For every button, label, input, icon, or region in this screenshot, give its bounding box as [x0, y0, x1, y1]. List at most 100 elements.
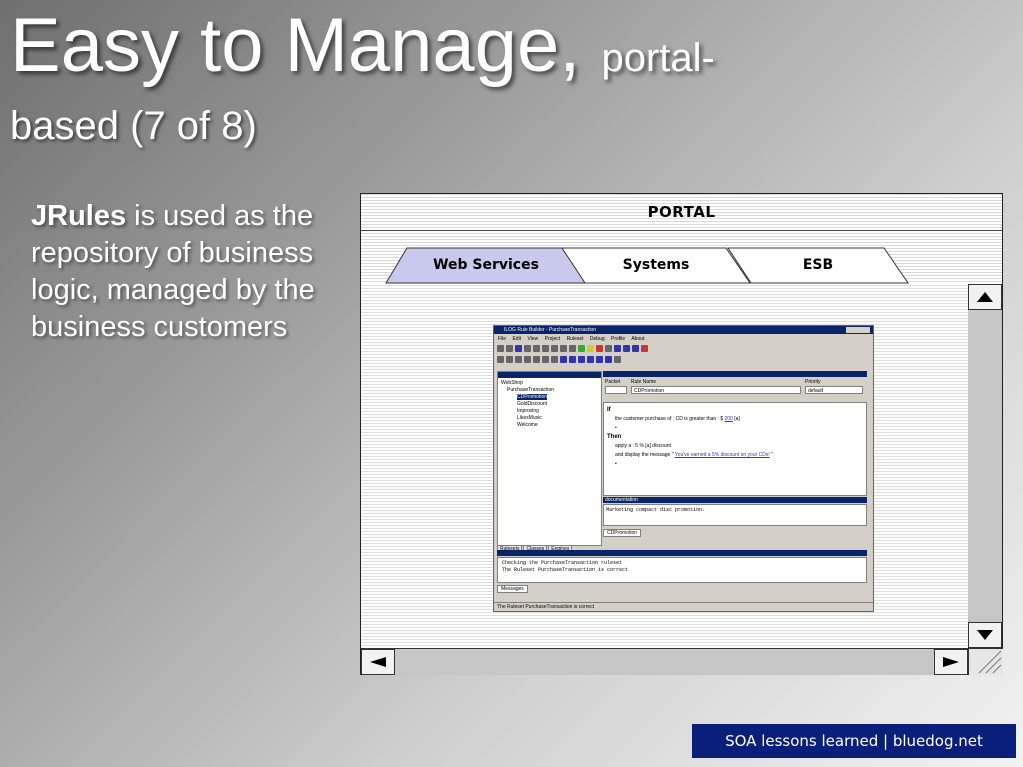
options-icon[interactable] [614, 356, 621, 363]
documentation-header: documentation [603, 497, 867, 503]
portal-title: PORTAL [361, 194, 1002, 231]
agenda-icon[interactable] [587, 356, 594, 363]
vertical-scrollbar[interactable] [968, 284, 1002, 648]
tree-item-welcome[interactable]: Welcome [501, 422, 598, 429]
tab-esb-label: ESB [802, 257, 834, 273]
find-icon[interactable] [542, 356, 549, 363]
align-icon[interactable] [524, 356, 531, 363]
view-icon[interactable] [614, 345, 621, 352]
step-icon[interactable] [560, 356, 567, 363]
new-icon[interactable] [497, 345, 504, 352]
slide-title: Easy to Manage, portal- [10, 8, 715, 84]
menu-profile[interactable]: Profile [611, 336, 625, 342]
paste-icon[interactable] [542, 345, 549, 352]
undo-icon[interactable] [560, 345, 567, 352]
panel-header [603, 371, 867, 377]
cut-icon[interactable] [524, 345, 531, 352]
scroll-left-button[interactable] [361, 649, 395, 675]
tree-item-cdpromotion[interactable]: CDPromotion [517, 394, 548, 400]
portal-window: PORTAL Web Services Systems ESB ILOG Rul… [360, 193, 1003, 675]
outdent-icon[interactable] [515, 356, 522, 363]
panel-icon[interactable] [632, 345, 639, 352]
message-line-1: Checking the PurchaseTransaction ruleset [502, 560, 623, 566]
window-controls[interactable] [846, 327, 870, 333]
tab-web-services-label: Web Services [433, 257, 539, 273]
step-over-icon[interactable] [569, 356, 576, 363]
tree-item-webshop[interactable]: WebShop [501, 380, 598, 387]
redo-icon[interactable] [569, 345, 576, 352]
menu-debug[interactable]: Debug [590, 336, 605, 342]
open-icon[interactable] [506, 345, 513, 352]
arrow-down-icon [977, 630, 993, 640]
menu-edit[interactable]: Edit [512, 336, 521, 342]
if-condition-text: the customer purchase of : CD is greater… [615, 416, 724, 422]
menu-project[interactable]: Project [545, 336, 561, 342]
scroll-down-button[interactable] [968, 622, 1002, 648]
slide-title-main: Easy to Manage, [10, 3, 581, 88]
rule-name-field[interactable]: CDPromotion [631, 386, 801, 394]
copy-icon[interactable] [533, 345, 540, 352]
tree-item-purchase-transaction[interactable]: PurchaseTransaction [501, 387, 598, 394]
message-line-2: The Ruleset PurchaseTransaction is corre… [502, 567, 629, 573]
priority-label: Priority [805, 379, 821, 385]
memory-icon[interactable] [596, 356, 603, 363]
tab-systems-label: Systems [622, 257, 690, 273]
if-condition-suffix: [a] [732, 416, 740, 422]
menu-view[interactable]: View [527, 336, 538, 342]
tree-item-improving[interactable]: Improving [501, 408, 598, 415]
menu-file[interactable]: File [498, 336, 506, 342]
rule-builder-title: ILOG Rule Builder - PurchaseTransaction [494, 326, 873, 334]
save-icon[interactable] [515, 345, 522, 352]
message-link[interactable]: You've earned a 5% discount on your CDs! [675, 452, 770, 458]
build-icon[interactable] [578, 345, 585, 352]
if-keyword: If [607, 407, 611, 413]
portal-content-area: ILOG Rule Builder - PurchaseTransaction … [361, 284, 969, 648]
messages-header [497, 550, 867, 556]
menu-ruleset[interactable]: Ruleset [567, 336, 584, 342]
list-icon[interactable] [533, 356, 540, 363]
tree-item-likesmusic[interactable]: LikesMusic [501, 415, 598, 422]
scroll-right-button[interactable] [934, 649, 968, 675]
then-action-2-suffix: " [769, 452, 773, 458]
documentation-field[interactable]: Marketing compact disc promotion. [603, 504, 867, 526]
window-icon[interactable] [623, 345, 630, 352]
amount-link[interactable]: 200 [725, 416, 733, 422]
horizontal-scrollbar[interactable] [361, 648, 968, 675]
ruleset-tree: WebShop PurchaseTransaction CDPromotion … [498, 378, 601, 431]
replace-icon[interactable] [551, 356, 558, 363]
rule-editor-panel: Packet Rule Name Priority CDPromotion de… [603, 371, 867, 544]
messages-panel: Checking the PurchaseTransaction ruleset… [497, 557, 867, 583]
tab-cdpromotion[interactable]: CDPromotion [603, 529, 642, 537]
tab-systems[interactable]: Systems [561, 247, 751, 284]
then-action-2: and display the message " You've earned … [607, 451, 863, 460]
run-icon[interactable] [596, 345, 603, 352]
edit-icon[interactable] [497, 356, 504, 363]
priority-select[interactable]: default [805, 386, 863, 394]
scroll-up-button[interactable] [968, 284, 1002, 310]
indent-icon[interactable] [506, 356, 513, 363]
menu-about[interactable]: About [631, 336, 644, 342]
slide-title-line2: based (7 of 8) [10, 104, 257, 148]
packet-select[interactable] [605, 386, 627, 394]
then-action-1: apply a : 5 % [a] discount [615, 443, 671, 449]
tab-esb[interactable]: ESB [727, 247, 909, 284]
trace-icon[interactable] [605, 356, 612, 363]
rule-name-label: Rule Name [631, 379, 657, 385]
tab-messages[interactable]: Messages [497, 585, 528, 593]
stop-icon[interactable] [641, 345, 648, 352]
tree-item-golddiscount[interactable]: GoldDiscount [501, 401, 598, 408]
delete-icon[interactable] [551, 345, 558, 352]
toolbar-row-1 [497, 345, 867, 355]
rule-editor[interactable]: If the customer purchase of : CD is grea… [603, 402, 867, 496]
body-bold-term: JRules [31, 200, 127, 232]
rete-icon[interactable] [578, 356, 585, 363]
check-icon[interactable] [587, 345, 594, 352]
tab-web-services[interactable]: Web Services [385, 247, 587, 284]
grid-icon[interactable] [605, 345, 612, 352]
status-bar: The Ruleset PurchaseTransaction is corre… [494, 602, 873, 611]
toolbar-row-2 [497, 356, 867, 366]
arrow-right-icon [943, 657, 959, 667]
arrow-left-icon [370, 657, 386, 667]
rule-builder-title-text: ILOG Rule Builder - PurchaseTransaction [504, 327, 597, 333]
resize-grip-icon[interactable] [968, 648, 1003, 675]
